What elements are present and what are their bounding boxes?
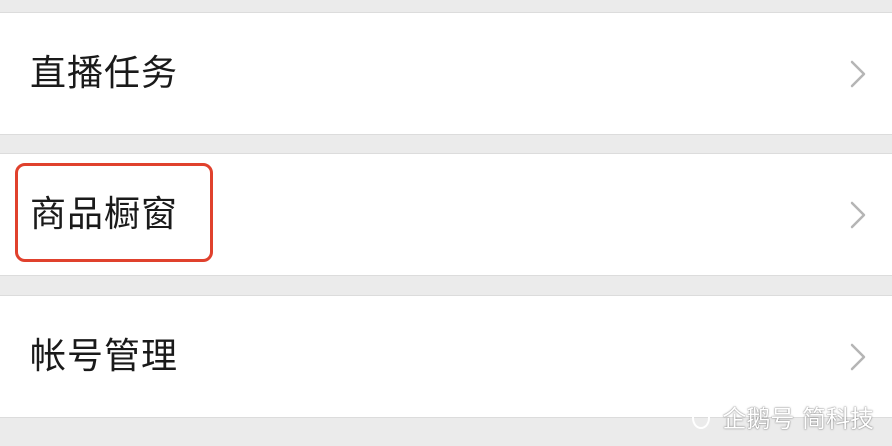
watermark: 企鹅号 简科技 bbox=[688, 399, 874, 434]
menu-item-label: 商品橱窗 bbox=[30, 193, 179, 235]
settings-menu-page: 直播任务 商品橱窗 帐号管理 企鹅号 简科技 bbox=[0, 0, 892, 446]
chevron-right-icon bbox=[850, 343, 866, 370]
menu-item-label: 帐号管理 bbox=[30, 335, 179, 377]
menu-item-live-tasks[interactable]: 直播任务 bbox=[0, 12, 892, 135]
watermark-text: 企鹅号 简科技 bbox=[722, 405, 874, 433]
chevron-right-icon bbox=[850, 60, 866, 87]
penguin-icon bbox=[692, 406, 711, 429]
menu-item-label: 直播任务 bbox=[30, 52, 179, 94]
chevron-right-icon bbox=[850, 201, 866, 228]
menu-item-product-showcase[interactable]: 商品橱窗 bbox=[0, 153, 892, 276]
